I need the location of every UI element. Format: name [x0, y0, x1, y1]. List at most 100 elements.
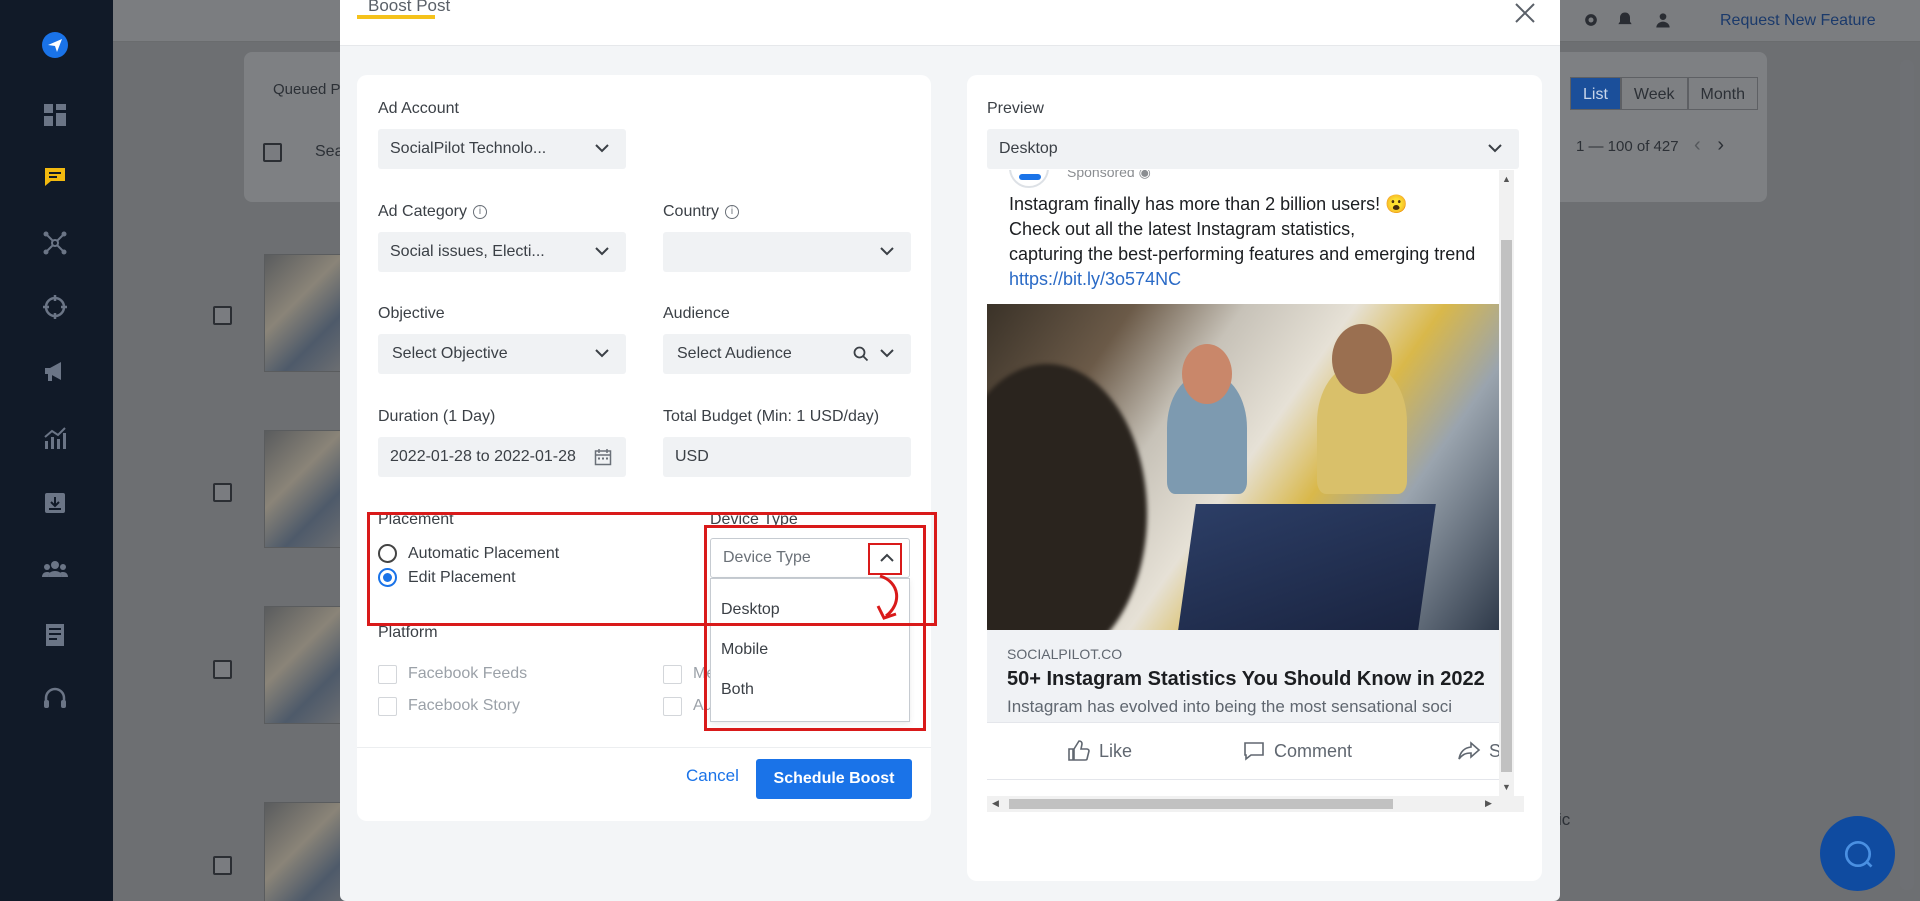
modal-header: Boost Post	[340, 0, 1560, 46]
team-icon[interactable]	[40, 554, 70, 584]
send-logo-icon[interactable]	[40, 30, 70, 60]
chevron-down-icon	[595, 247, 609, 256]
chevron-right-icon[interactable]: ›	[1717, 134, 1724, 156]
facebook-feeds-label: Facebook Feeds	[408, 665, 528, 682]
chevron-down-icon	[1488, 144, 1502, 153]
notification-bell-icon[interactable]	[1615, 10, 1637, 32]
support-headset-icon[interactable]	[40, 684, 70, 714]
info-icon[interactable]: i	[725, 204, 740, 219]
ad-account-select[interactable]: SocialPilot Technolo...	[378, 129, 626, 169]
ad-category-label: Ad Category i	[378, 203, 487, 221]
content-library-icon[interactable]	[40, 620, 70, 650]
post-thumbnail	[264, 802, 344, 901]
ad-category-select[interactable]: Social issues, Electi...	[378, 232, 626, 272]
sidebar-nav	[0, 0, 113, 901]
close-icon[interactable]	[1512, 0, 1538, 26]
share-button[interactable]: S	[1457, 739, 1501, 763]
chevron-down-icon	[880, 349, 894, 358]
info-icon[interactable]: i	[472, 204, 487, 219]
platform-label: Platform	[378, 624, 438, 641]
scroll-thumb[interactable]	[1501, 240, 1512, 772]
preview-horizontal-scrollbar[interactable]: ◀ ▶	[987, 796, 1524, 812]
row-checkbox[interactable]	[213, 306, 232, 325]
objective-label: Objective	[378, 305, 445, 322]
row-checkbox[interactable]	[213, 660, 232, 679]
preview-mode-value: Desktop	[999, 140, 1058, 157]
request-feature-link[interactable]: Request New Feature	[1720, 12, 1876, 30]
view-week-button[interactable]: Week	[1620, 77, 1688, 110]
view-month-button[interactable]: Month	[1687, 77, 1758, 110]
country-select[interactable]	[663, 232, 911, 272]
settings-icon[interactable]	[1581, 10, 1603, 32]
preview-label: Preview	[987, 100, 1044, 117]
facebook-story-label: Facebook Story	[408, 697, 521, 714]
preview-mode-select[interactable]: Desktop	[987, 129, 1519, 169]
budget-input[interactable]: USD	[663, 437, 911, 477]
scroll-up-icon[interactable]: ▲	[1502, 174, 1511, 184]
comment-button[interactable]: Comment	[1242, 739, 1352, 763]
row-checkbox[interactable]	[213, 483, 232, 502]
scroll-thumb[interactable]	[1009, 799, 1393, 809]
page-scrollbar[interactable]	[1900, 60, 1914, 890]
post-line: Instagram finally has more than 2 billio…	[1009, 194, 1408, 214]
select-all-checkbox[interactable]	[263, 143, 282, 162]
modal-title[interactable]: Boost Post	[368, 0, 450, 16]
ad-account-value: SocialPilot Technolo...	[390, 140, 547, 157]
globe-icon: ◉	[1138, 170, 1151, 180]
post-link[interactable]: https://bit.ly/3o574NC	[1009, 269, 1181, 290]
country-label: Country i	[663, 203, 740, 221]
post-line: capturing the best-performing features a…	[1009, 244, 1476, 264]
facebook-post-preview: Sponsored ◉ Instagram finally has more t…	[987, 170, 1524, 816]
view-list-button[interactable]: List	[1570, 77, 1621, 110]
cancel-button[interactable]: Cancel	[686, 766, 739, 786]
scroll-down-icon[interactable]: ▼	[1502, 782, 1511, 792]
view-toggle: List Week Month	[1570, 77, 1758, 110]
megaphone-icon[interactable]	[40, 356, 70, 386]
target-icon[interactable]	[40, 292, 70, 322]
inbox-download-icon[interactable]	[40, 488, 70, 518]
post-thumbnail	[264, 430, 344, 548]
page-avatar	[1009, 170, 1049, 188]
audience-select[interactable]: Select Audience	[663, 334, 911, 374]
scroll-left-icon[interactable]: ◀	[992, 798, 999, 809]
sponsored-label: Sponsored ◉	[1067, 170, 1151, 181]
comment-icon	[1244, 742, 1264, 761]
messenger-checkbox[interactable]	[663, 665, 682, 684]
analytics-icon[interactable]	[40, 424, 70, 454]
pagination-arrows[interactable]: ‹ ›	[1694, 134, 1724, 157]
user-icon[interactable]	[1653, 10, 1675, 32]
search-icon[interactable]	[853, 346, 869, 362]
audience-label: Audience	[663, 305, 730, 322]
facebook-feeds-checkbox[interactable]	[378, 665, 397, 684]
form-footer-divider	[357, 747, 931, 748]
objective-select[interactable]: Select Objective	[378, 334, 626, 374]
link-headline: 50+ Instagram Statistics You Should Know…	[1007, 668, 1485, 690]
link-preview-meta[interactable]: SOCIALPILOT.CO 50+ Instagram Statistics …	[987, 630, 1499, 722]
budget-label: Total Budget (Min: 1 USD/day)	[663, 408, 880, 425]
schedule-boost-button[interactable]: Schedule Boost	[756, 759, 912, 799]
dashboard-icon[interactable]	[40, 100, 70, 130]
tab-queued-posts[interactable]: Queued P	[273, 81, 341, 98]
preview-vertical-scrollbar[interactable]: ▲ ▼	[1499, 170, 1514, 796]
row-checkbox[interactable]	[213, 856, 232, 875]
ad-category-value: Social issues, Electi...	[390, 243, 545, 260]
like-button[interactable]: Like	[1067, 739, 1132, 763]
post-actions-bar: Like Comment S	[987, 722, 1501, 780]
chevron-down-icon	[880, 247, 894, 256]
chat-support-button[interactable]	[1820, 816, 1895, 891]
connections-icon[interactable]	[40, 228, 70, 258]
facebook-story-checkbox[interactable]	[378, 697, 397, 716]
duration-value: 2022-01-28 to 2022-01-28	[390, 448, 576, 465]
audience-network-checkbox[interactable]	[663, 697, 682, 716]
preview-panel: Preview Desktop Sponsored ◉ Instagram fi…	[967, 75, 1542, 881]
audience-value: Select Audience	[677, 345, 792, 362]
chevron-left-icon[interactable]: ‹	[1694, 134, 1701, 156]
duration-input[interactable]: 2022-01-28 to 2022-01-28	[378, 437, 626, 477]
ad-account-label: Ad Account	[378, 100, 459, 117]
budget-currency: USD	[675, 448, 709, 465]
posts-icon[interactable]	[40, 162, 70, 192]
chat-icon	[1844, 840, 1872, 868]
post-thumbnail	[264, 254, 344, 372]
calendar-icon[interactable]	[594, 448, 612, 466]
scroll-right-icon[interactable]: ▶	[1485, 798, 1492, 809]
